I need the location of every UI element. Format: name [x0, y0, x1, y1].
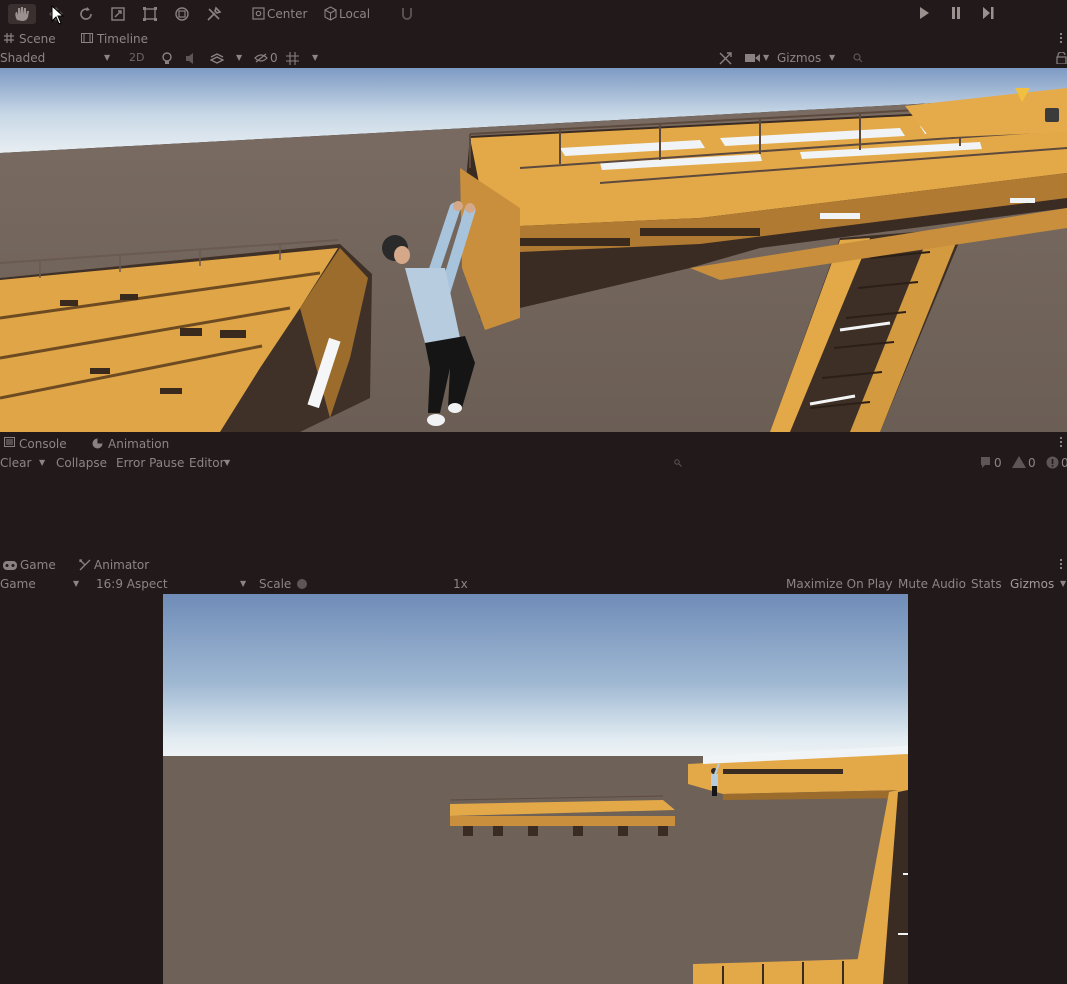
tab-animator[interactable]: Animator [94, 558, 149, 572]
mute-audio-toggle[interactable]: Mute Audio [898, 577, 966, 591]
tab-animation[interactable]: Animation [108, 437, 169, 451]
main-toolbar: Center Local [0, 0, 1067, 28]
log-error-icon[interactable] [1044, 454, 1060, 470]
log-count: 0 [994, 456, 1002, 470]
hidden-objects-count: 0 [270, 51, 278, 65]
tools-icon[interactable] [717, 50, 733, 66]
game-aspect-dropdown[interactable]: 16:9 Aspect [96, 577, 168, 591]
effects-icon[interactable] [209, 50, 225, 66]
toggle-2d-button[interactable]: 2D [129, 51, 144, 65]
error-count: 0 [1061, 456, 1067, 470]
scale-tool-icon[interactable] [108, 4, 128, 24]
pivot-mode-toggle[interactable]: Center [267, 7, 307, 21]
console-icon [3, 436, 15, 448]
hidden-objects-icon[interactable] [253, 50, 269, 66]
grid-dropdown-icon[interactable]: ▼ [312, 51, 318, 65]
maximize-on-play-toggle[interactable]: Maximize On Play [786, 577, 893, 591]
audio-icon[interactable] [185, 50, 199, 66]
tab-game[interactable]: Game [20, 558, 56, 572]
local-space-icon[interactable] [322, 5, 338, 21]
scene-gizmos-dropdown[interactable]: Gizmos [777, 51, 821, 65]
console-editor-dropdown[interactable]: Editor [189, 456, 225, 470]
game-viewport[interactable] [163, 594, 908, 984]
console-error-pause-button[interactable]: Error Pause [116, 456, 184, 470]
console-collapse-button[interactable]: Collapse [56, 456, 107, 470]
custom-tools-icon[interactable] [204, 4, 224, 24]
tab-scene[interactable]: Scene [19, 32, 56, 46]
draw-mode-dropdown[interactable]: Shaded [0, 51, 45, 65]
scene-search-icon[interactable] [851, 51, 865, 65]
rotate-tool-icon[interactable] [76, 4, 96, 24]
step-button[interactable] [979, 5, 997, 21]
game-controller-icon [2, 558, 18, 572]
scene-options-icon[interactable] [1060, 33, 1063, 45]
scene-viewport[interactable] [0, 68, 1067, 432]
timeline-icon [80, 32, 94, 44]
scale-slider[interactable] [297, 579, 307, 589]
pivot-rotation-toggle[interactable]: Local [339, 7, 370, 21]
game-tab-bar: Game Animator [0, 556, 1067, 574]
scene-tab-bar: Scene Timeline [0, 30, 1067, 48]
console-log-area[interactable] [0, 472, 1067, 554]
game-toolbar: Game ▼ 16:9 Aspect ▼ Scale 1x Maximize O… [0, 575, 1067, 593]
game-display-dropdown[interactable]: Game [0, 577, 36, 591]
console-options-icon[interactable] [1060, 437, 1063, 449]
camera-dropdown-icon[interactable]: ▼ [763, 51, 769, 65]
console-toolbar: Clear ▼ Collapse Error Pause Editor ▼ 0 … [0, 453, 1067, 471]
grid-snapping-icon[interactable] [399, 5, 415, 21]
game-gizmos-toggle[interactable]: Gizmos [1010, 577, 1054, 591]
tab-timeline[interactable]: Timeline [97, 32, 148, 46]
console-tab-bar: Console Animation [0, 434, 1067, 452]
scene-options-bar: Shaded ▼ 2D ▼ 0 ▼ ▼ Gizmos ▼ [0, 49, 1067, 67]
scene-hash-icon [3, 32, 15, 44]
display-dropdown-icon[interactable]: ▼ [73, 577, 79, 591]
tab-console[interactable]: Console [19, 437, 67, 451]
camera-icon[interactable] [743, 50, 761, 66]
pivot-center-icon[interactable] [251, 6, 265, 20]
scene-lock-icon[interactable] [1054, 50, 1067, 66]
console-clear-button[interactable]: Clear [0, 456, 31, 470]
game-gizmos-dropdown-icon[interactable]: ▼ [1060, 577, 1066, 591]
editor-dropdown-icon[interactable]: ▼ [224, 456, 230, 470]
game-sky [163, 594, 908, 756]
scale-label: Scale [259, 577, 292, 591]
mouse-cursor-icon [51, 5, 65, 25]
lighting-icon[interactable] [160, 50, 174, 66]
aspect-dropdown-icon[interactable]: ▼ [240, 577, 246, 591]
clear-dropdown-icon[interactable]: ▼ [39, 456, 45, 470]
scale-value: 1x [453, 577, 468, 591]
grid-icon[interactable] [284, 50, 300, 66]
log-warning-icon[interactable] [1011, 454, 1027, 470]
log-info-icon[interactable] [977, 454, 993, 470]
play-button[interactable] [915, 5, 933, 21]
dropdown-arrow-icon: ▼ [104, 53, 111, 62]
effects-dropdown-icon[interactable]: ▼ [236, 51, 242, 65]
stats-toggle[interactable]: Stats [971, 577, 1002, 591]
warning-count: 0 [1028, 456, 1036, 470]
transform-tool-icon[interactable] [172, 4, 192, 24]
animation-icon [90, 436, 104, 450]
rect-tool-icon[interactable] [140, 4, 160, 24]
animator-icon [78, 558, 92, 572]
console-search-icon[interactable] [672, 457, 684, 469]
gizmos-dropdown-icon[interactable]: ▼ [829, 51, 835, 65]
game-options-icon[interactable] [1060, 559, 1063, 571]
pause-button[interactable] [947, 5, 965, 21]
hand-tool-icon[interactable] [8, 4, 36, 24]
